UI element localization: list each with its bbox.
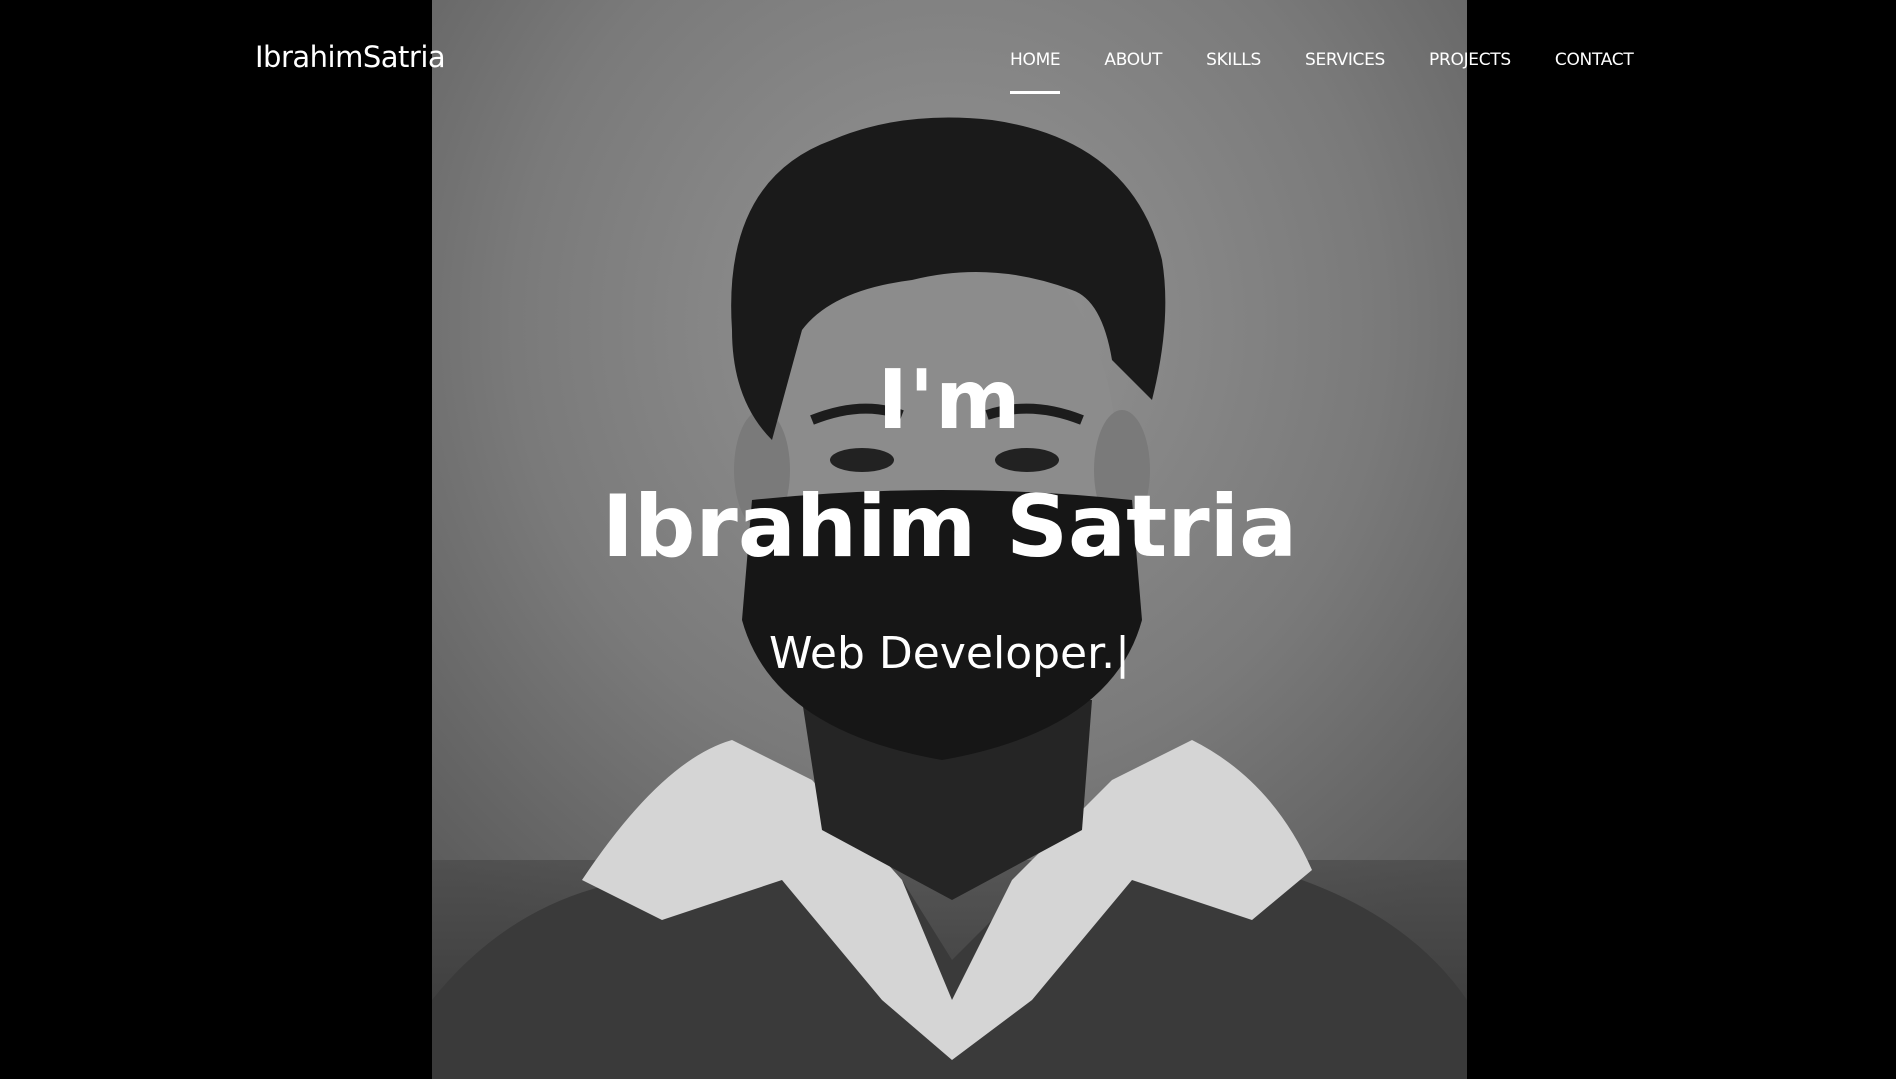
- nav-item-home[interactable]: HOME: [1010, 50, 1061, 94]
- hero-name: Ibrahim Satria: [601, 477, 1298, 577]
- nav-item-contact[interactable]: CONTACT: [1555, 50, 1634, 70]
- hero-greeting: I'm: [877, 353, 1022, 448]
- nav-item-about[interactable]: ABOUT: [1104, 50, 1162, 70]
- site-logo[interactable]: IbrahimSatria: [255, 40, 446, 74]
- main-nav: HOME ABOUT SKILLS SERVICES PROJECTS CONT…: [1010, 50, 1634, 94]
- hero-role: Web Developer.|: [769, 628, 1130, 679]
- nav-item-services[interactable]: SERVICES: [1305, 50, 1385, 70]
- nav-item-skills[interactable]: SKILLS: [1206, 50, 1261, 70]
- nav-item-projects[interactable]: PROJECTS: [1429, 50, 1511, 70]
- page: IbrahimSatria HOME ABOUT SKILLS SERVICES…: [0, 0, 1896, 1079]
- hero-text: I'm Ibrahim Satria Web Developer.|: [432, 353, 1467, 680]
